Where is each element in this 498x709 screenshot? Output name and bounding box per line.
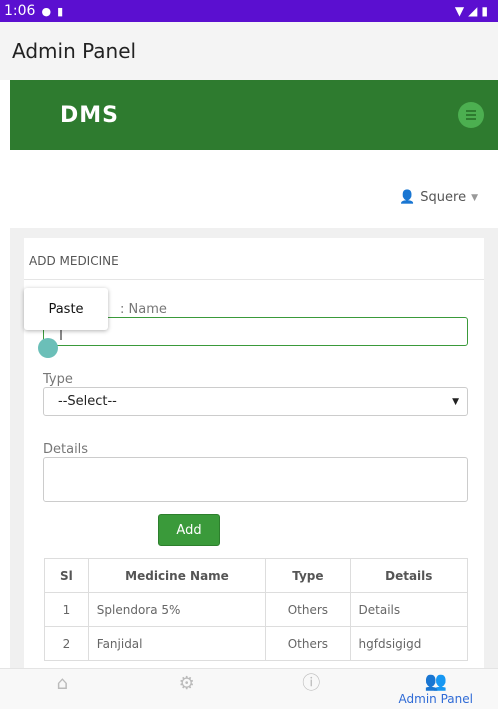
table-row: 2 Fanjidal Others hgfdsigigd (44, 626, 469, 661)
cell-details[interactable]: hgfdsigigd (349, 626, 469, 661)
user-menu[interactable]: 👤 Squere ▼ (399, 190, 478, 205)
details-textarea[interactable] (43, 457, 468, 502)
cell-medicine-name: Splendora 5% (87, 592, 267, 627)
nav-admin-panel[interactable]: 👥 Admin Panel (386, 671, 486, 707)
app-bar: Admin Panel (0, 22, 498, 80)
card-title: ADD MEDICINE (24, 238, 484, 280)
content-area: ADD MEDICINE Paste : Name Type --Select-… (10, 228, 498, 678)
users-icon: 👥 (424, 671, 447, 692)
selection-handle[interactable] (38, 338, 58, 358)
cell-details[interactable]: Details (349, 592, 469, 627)
notification-icon: ● (41, 4, 52, 18)
brand-logo[interactable]: DMS (60, 103, 119, 128)
paste-popup[interactable]: Paste (24, 288, 108, 330)
status-bar: 1:06 ● ▮ ▼ ◢ ▮ (0, 0, 498, 22)
type-selected-value: --Select-- (58, 394, 117, 409)
column-header-medicine-name: Medicine Name (87, 558, 267, 593)
cell-type: Others (265, 592, 351, 627)
dropdown-arrow-icon: ▼ (452, 396, 459, 407)
table-row: 1 Splendora 5% Others Details (44, 592, 469, 627)
gear-icon: ⚙ (178, 673, 195, 694)
medicine-table: Sl Medicine Name Type Details 1 Splendor… (44, 558, 469, 661)
cell-sl: 1 (44, 592, 89, 627)
app-title: Admin Panel (12, 39, 137, 63)
type-label: Type (43, 372, 73, 387)
table-header-row: Sl Medicine Name Type Details (44, 558, 469, 593)
brand-header: DMS (10, 80, 498, 150)
user-bar: 👤 Squere ▼ (10, 150, 498, 228)
cell-sl: 2 (44, 626, 89, 661)
nav-home[interactable]: ⌂ (12, 674, 112, 706)
status-time: 1:06 (4, 3, 36, 19)
user-icon: 👤 (399, 190, 416, 205)
wifi-icon: ▼ (454, 4, 465, 18)
column-header-sl: Sl (44, 558, 89, 593)
column-header-details: Details (349, 558, 469, 593)
details-label: Details (43, 442, 89, 457)
hamburger-icon (466, 109, 476, 121)
chevron-down-icon: ▼ (471, 192, 478, 203)
add-button[interactable]: Add (158, 514, 220, 546)
nav-info[interactable]: ⓘ (261, 674, 361, 706)
column-header-type: Type (265, 558, 351, 593)
type-select[interactable]: --Select-- ▼ (43, 387, 468, 416)
nav-admin-label: Admin Panel (398, 692, 473, 706)
sim-icon: ▮ (57, 4, 64, 18)
bottom-navigation: ⌂ ⚙ ⓘ 👥 Admin Panel (0, 668, 498, 709)
signal-icon: ◢ (468, 4, 478, 18)
cell-type: Others (265, 626, 351, 661)
home-icon: ⌂ (56, 673, 68, 694)
add-medicine-card: ADD MEDICINE Paste : Name Type --Select-… (24, 238, 484, 678)
medicine-name-label: : Name (120, 302, 167, 317)
battery-icon: ▮ (481, 4, 488, 18)
info-icon: ⓘ (302, 673, 321, 694)
cell-medicine-name: Fanjidal (87, 626, 267, 661)
nav-settings[interactable]: ⚙ (137, 674, 237, 706)
user-name: Squere (420, 190, 467, 205)
menu-toggle-button[interactable] (458, 102, 484, 128)
